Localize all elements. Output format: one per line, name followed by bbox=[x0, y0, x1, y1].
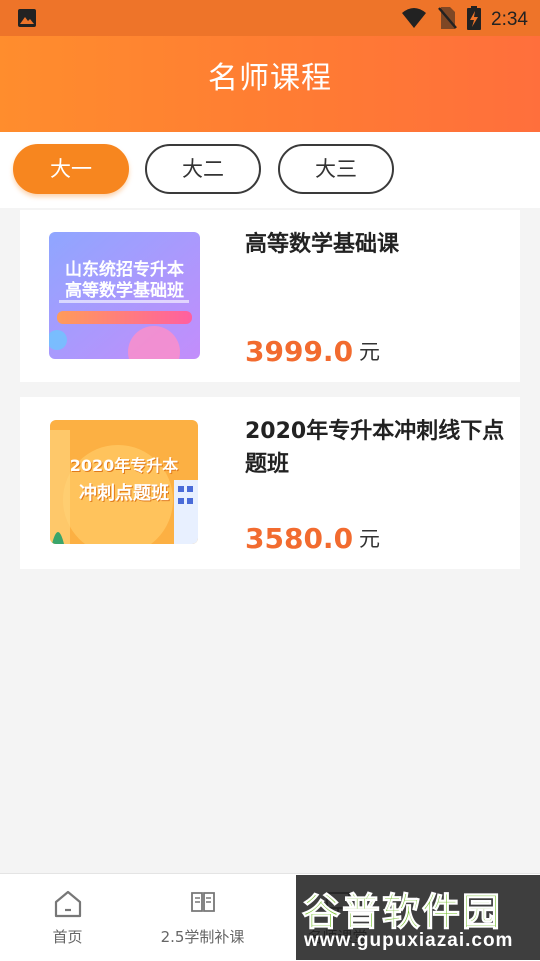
thumbnail-subheadline: 高等数学基础班 bbox=[65, 281, 184, 301]
nav-makeup-class[interactable]: 2.5学制补课 bbox=[135, 874, 270, 961]
course-title: 高等数学基础课 bbox=[245, 232, 400, 257]
grade-tabs: 大一 大二 大三 bbox=[0, 132, 540, 208]
status-time: 2:34 bbox=[491, 9, 528, 30]
thumbnail-headline: 山东统招专升本 bbox=[65, 260, 184, 280]
app-header: 名师课程 bbox=[0, 36, 540, 132]
course-thumbnail: 2020年专升本 冲刺点题班 bbox=[50, 420, 198, 544]
watermark: 谷普软件园 www.gupuxiazai.com bbox=[296, 875, 540, 960]
watermark-logo-text: 谷普软件园 bbox=[301, 890, 503, 935]
status-bar: 2:34 bbox=[0, 0, 540, 36]
nav-home[interactable]: 首页 bbox=[0, 874, 135, 961]
course-thumbnail: 山东统招专升本 高等数学基础班 bbox=[49, 232, 200, 359]
battery-charging-icon bbox=[467, 6, 482, 34]
thumbnail-headline: 2020年专升本 bbox=[69, 456, 179, 475]
price-unit: 元 bbox=[359, 527, 380, 551]
nav-home-label: 首页 bbox=[52, 928, 83, 946]
thumbnail-subheadline: 冲刺点题班 bbox=[79, 483, 169, 504]
wifi-icon bbox=[401, 7, 427, 33]
gallery-icon bbox=[17, 8, 37, 32]
no-sim-icon bbox=[437, 6, 457, 34]
tab-grade-2[interactable]: 大二 bbox=[145, 144, 261, 194]
nav-makeup-class-label: 2.5学制补课 bbox=[160, 928, 245, 946]
tab-grade-3[interactable]: 大三 bbox=[278, 144, 394, 194]
course-price: 3580.0 bbox=[245, 522, 354, 555]
watermark-url: www.gupuxiazai.com bbox=[304, 930, 514, 951]
course-title: 2020年专升本冲刺线下点题班 bbox=[245, 419, 505, 477]
tab-grade-1[interactable]: 大一 bbox=[13, 144, 129, 194]
course-card[interactable]: 2020年专升本 冲刺点题班 2020年专升本冲刺线下点题班 3580.0 元 bbox=[20, 397, 520, 569]
price-unit: 元 bbox=[359, 340, 380, 364]
book-icon bbox=[189, 888, 217, 920]
course-price: 3999.0 bbox=[245, 335, 354, 368]
course-card[interactable]: 山东统招专升本 高等数学基础班 高等数学基础课 3999.0 元 bbox=[20, 210, 520, 382]
page-title: 名师课程 bbox=[208, 61, 332, 96]
home-icon bbox=[52, 888, 84, 924]
